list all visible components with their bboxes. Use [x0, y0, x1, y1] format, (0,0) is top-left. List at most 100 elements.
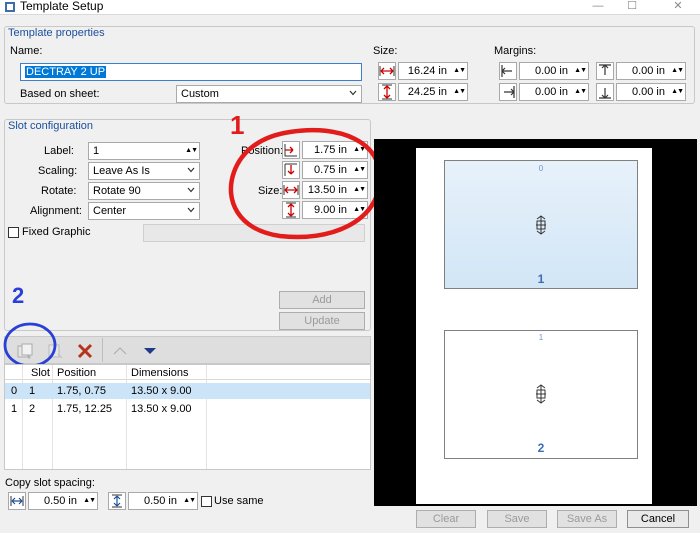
width-value: 16.24 in — [407, 65, 447, 77]
slot-label-input[interactable]: 1 ▲▼ — [88, 142, 200, 160]
save-as-button[interactable]: Save As — [557, 510, 617, 528]
delete-slot-icon[interactable] — [76, 342, 94, 360]
move-up-icon[interactable] — [112, 343, 128, 359]
based-on-label: Based on sheet: — [20, 88, 100, 100]
slot-label-spinner[interactable]: ▲▼ — [185, 143, 198, 159]
row-index: 0 — [11, 385, 18, 397]
scaling-value: Leave As Is — [93, 165, 150, 177]
use-same-label: Use same — [214, 495, 264, 507]
rotate-value: Rotate 90 — [93, 185, 141, 197]
margin-left-spinner[interactable]: ▲▼ — [574, 63, 587, 79]
row-index-column — [5, 365, 23, 469]
column-divider — [126, 365, 127, 469]
row-position: 1.75, 12.25 — [57, 403, 113, 415]
slot-label-value: 1 — [93, 145, 100, 157]
use-same-checkbox[interactable] — [201, 496, 212, 507]
chevron-down-icon — [187, 167, 195, 173]
margin-bottom-spinner[interactable]: ▲▼ — [671, 84, 684, 100]
copy-spacing-label: Copy slot spacing: — [5, 477, 95, 489]
margin-left-input[interactable]: 0.00 in ▲▼ — [519, 62, 589, 80]
rotate-select[interactable]: Rotate 90 — [88, 182, 200, 200]
margin-right-value: 0.00 in — [534, 86, 568, 98]
based-on-select[interactable]: Custom — [176, 85, 362, 103]
update-button[interactable]: Update — [279, 312, 365, 330]
app-icon — [5, 2, 15, 12]
horizontal-spacing-value: 0.50 in — [43, 495, 77, 507]
template-properties-title: Template properties — [8, 27, 105, 39]
move-handle-icon[interactable] — [534, 215, 548, 235]
chevron-down-icon — [187, 187, 195, 193]
row-slot: 1 — [29, 385, 36, 397]
preview-slot-index: 1 — [538, 333, 544, 342]
height-value: 24.25 in — [407, 86, 447, 98]
clear-button[interactable]: Clear — [416, 510, 476, 528]
alignment-value: Center — [93, 205, 127, 217]
width-spinner[interactable]: ▲▼ — [453, 63, 466, 79]
column-header-slot[interactable]: Slot — [31, 367, 50, 379]
margin-right-spinner[interactable]: ▲▼ — [574, 84, 587, 100]
rotate-label: Rotate: — [41, 185, 77, 197]
slot-configuration-title: Slot configuration — [8, 120, 93, 132]
scaling-select[interactable]: Leave As Is — [88, 162, 200, 180]
maximize-button[interactable]: ☐ — [618, 0, 646, 15]
size-label: Size: — [373, 45, 398, 57]
name-value: DECTRAY 2 UP — [25, 66, 107, 78]
slot-label-label: Label: — [44, 145, 74, 157]
vertical-spacing-value: 0.50 in — [143, 495, 177, 507]
close-button[interactable]: ✕ — [664, 0, 692, 15]
horizontal-spacing-icon — [8, 492, 26, 510]
horizontal-spacing-spinner[interactable]: ▲▼ — [83, 493, 96, 509]
add-button[interactable]: Add — [279, 291, 365, 309]
alignment-label: Alignment: — [30, 205, 82, 217]
margin-top-icon — [596, 62, 614, 80]
margin-right-icon — [499, 83, 517, 101]
move-down-icon[interactable] — [142, 343, 158, 359]
margin-bottom-value: 0.00 in — [631, 86, 665, 98]
margin-top-spinner[interactable]: ▲▼ — [671, 63, 684, 79]
row-index: 1 — [11, 403, 18, 415]
vertical-spacing-spinner[interactable]: ▲▼ — [183, 493, 196, 509]
vertical-spacing-input[interactable]: 0.50 in ▲▼ — [128, 492, 198, 510]
name-label: Name: — [10, 45, 43, 57]
column-divider — [206, 365, 207, 469]
window-title: Template Setup — [20, 0, 104, 13]
scaling-label: Scaling: — [38, 165, 78, 177]
chevron-down-icon — [187, 207, 195, 213]
save-button[interactable]: Save — [487, 510, 547, 528]
height-spinner[interactable]: ▲▼ — [453, 84, 466, 100]
minimize-button[interactable]: — — [584, 0, 612, 15]
preview-slot-number: 2 — [537, 441, 545, 455]
based-on-value: Custom — [181, 88, 219, 100]
fixed-graphic-checkbox[interactable] — [8, 227, 19, 238]
title-bar: Template Setup — ☐ ✕ — [0, 0, 700, 15]
height-icon — [378, 83, 396, 101]
margin-top-input[interactable]: 0.00 in ▲▼ — [616, 62, 686, 80]
column-header-dimensions[interactable]: Dimensions — [131, 367, 188, 379]
margin-bottom-input[interactable]: 0.00 in ▲▼ — [616, 83, 686, 101]
width-icon — [378, 62, 396, 80]
chevron-down-icon — [349, 90, 357, 96]
margin-right-input[interactable]: 0.00 in ▲▼ — [519, 83, 589, 101]
margin-left-value: 0.00 in — [534, 65, 568, 77]
height-input[interactable]: 24.25 in ▲▼ — [398, 83, 468, 101]
row-position: 1.75, 0.75 — [57, 385, 106, 397]
annotation-number-2: 2 — [12, 283, 25, 308]
width-input[interactable]: 16.24 in ▲▼ — [398, 62, 468, 80]
alignment-select[interactable]: Center — [88, 202, 200, 220]
margins-label: Margins: — [494, 45, 537, 57]
annotation-red-circle — [228, 127, 383, 240]
row-dimensions: 13.50 x 9.00 — [131, 403, 192, 415]
margin-left-icon — [499, 62, 517, 80]
column-header-position[interactable]: Position — [57, 367, 96, 379]
cancel-button[interactable]: Cancel — [627, 510, 689, 528]
toolbar-divider — [102, 338, 103, 362]
preview-slot-number: 1 — [537, 272, 545, 286]
row-dimensions: 13.50 x 9.00 — [131, 385, 192, 397]
margin-bottom-icon — [596, 83, 614, 101]
row-slot: 2 — [29, 403, 36, 415]
horizontal-spacing-input[interactable]: 0.50 in ▲▼ — [28, 492, 98, 510]
move-handle-icon[interactable] — [534, 384, 548, 404]
vertical-spacing-icon — [108, 492, 126, 510]
margin-top-value: 0.00 in — [631, 65, 665, 77]
name-input[interactable]: DECTRAY 2 UP — [20, 63, 362, 81]
